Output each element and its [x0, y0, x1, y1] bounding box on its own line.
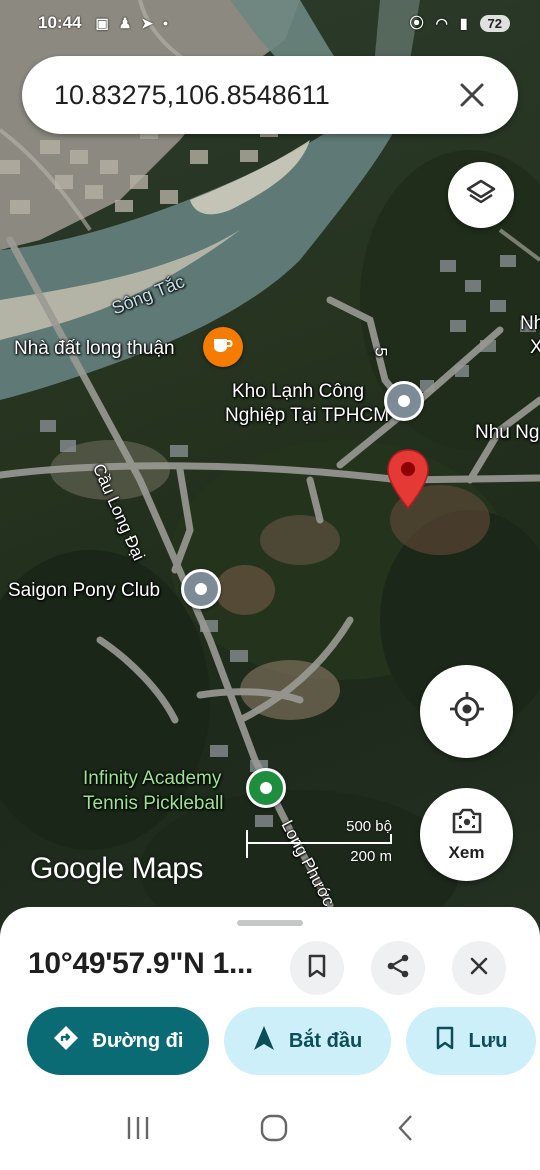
- poi-label-infinity-2[interactable]: Tennis Pickleball: [83, 792, 223, 816]
- send-icon: ➤: [141, 14, 154, 31]
- street-view-button[interactable]: Xem: [420, 788, 513, 881]
- scale-imperial: 500 bộ: [346, 818, 392, 835]
- save-button[interactable]: Lưu: [406, 1007, 536, 1075]
- directions-label: Đường đi: [92, 1029, 184, 1052]
- poi-label-kho-lanh-2[interactable]: Nghiệp Tại TPHCM: [225, 404, 389, 428]
- recent-apps-button[interactable]: [123, 1115, 153, 1146]
- place-poi-marker-kho-lanh[interactable]: [384, 381, 424, 421]
- signal-icon: ▮: [459, 14, 468, 31]
- layers-icon: [465, 177, 497, 214]
- road-label-5: 5: [371, 347, 391, 357]
- close-icon: [469, 956, 489, 981]
- sports-poi-marker[interactable]: [246, 768, 286, 808]
- poi-label-infinity-1[interactable]: Infinity Academy: [83, 767, 221, 791]
- poi-label-edge-x[interactable]: X: [530, 336, 540, 360]
- share-icon: [385, 953, 411, 984]
- bookmark-button[interactable]: [290, 941, 344, 995]
- poi-label-kho-lanh-1[interactable]: Kho Lạnh Công: [232, 380, 364, 404]
- share-button[interactable]: [371, 941, 425, 995]
- close-icon[interactable]: [456, 79, 488, 111]
- bookmark-icon: [307, 954, 327, 983]
- scale-metric: 200 m: [350, 848, 392, 865]
- navigation-arrow-icon: [253, 1025, 275, 1057]
- coordinates-title: 10°49'57.9"N 1...: [28, 947, 254, 980]
- save-label: Lưu: [468, 1029, 508, 1052]
- map-view[interactable]: 10:44 ▣ ♟ ➤ • ⦿ ◠ ▮ 72 10.83275,106.8548…: [0, 0, 540, 960]
- sheet-drag-handle[interactable]: [237, 920, 303, 926]
- location-icon: ⦿: [409, 15, 424, 31]
- status-bar: 10:44 ▣ ♟ ➤ • ⦿ ◠ ▮ 72: [0, 0, 540, 46]
- directions-icon: [53, 1025, 79, 1057]
- dot-icon: •: [163, 15, 168, 31]
- back-button[interactable]: [395, 1113, 417, 1148]
- cafe-icon: [212, 335, 234, 360]
- system-navigation-bar: [0, 1090, 540, 1170]
- poi-label-pony-club[interactable]: Saigon Pony Club: [8, 579, 160, 603]
- wifi-icon: ◠: [435, 14, 448, 31]
- home-button[interactable]: [259, 1113, 289, 1148]
- picture-icon: ▣: [95, 14, 109, 31]
- google-maps-logo: Google Maps: [30, 852, 203, 885]
- poi-label-nha-dat[interactable]: Nhà đất long thuận: [14, 337, 175, 361]
- start-label: Bắt đầu: [288, 1029, 363, 1052]
- camera-icon: [451, 806, 483, 841]
- search-query[interactable]: 10.83275,106.8548611: [54, 80, 456, 111]
- poi-label-edge-nh[interactable]: Nh: [520, 312, 540, 336]
- my-location-icon: [448, 690, 486, 733]
- cafe-poi-marker[interactable]: [203, 327, 243, 367]
- place-poi-marker-pony-club[interactable]: [181, 569, 221, 609]
- battery-indicator: 72: [479, 14, 510, 32]
- bookmark-icon: [435, 1026, 455, 1056]
- poi-label-edge-nhu-ng[interactable]: Nhu Ng: [475, 421, 539, 445]
- layers-button[interactable]: [448, 162, 514, 228]
- directions-button[interactable]: Đường đi: [27, 1007, 209, 1075]
- map-scale: 500 bộ 200 m: [246, 816, 392, 866]
- my-location-button[interactable]: [420, 665, 513, 758]
- close-sheet-button[interactable]: [452, 941, 506, 995]
- clock: 10:44: [38, 13, 82, 32]
- person-icon: ♟: [118, 14, 132, 31]
- search-bar[interactable]: 10.83275,106.8548611: [22, 56, 518, 134]
- dropped-pin-icon[interactable]: [386, 448, 430, 515]
- xem-label: Xem: [448, 843, 485, 862]
- start-navigation-button[interactable]: Bắt đầu: [224, 1007, 391, 1075]
